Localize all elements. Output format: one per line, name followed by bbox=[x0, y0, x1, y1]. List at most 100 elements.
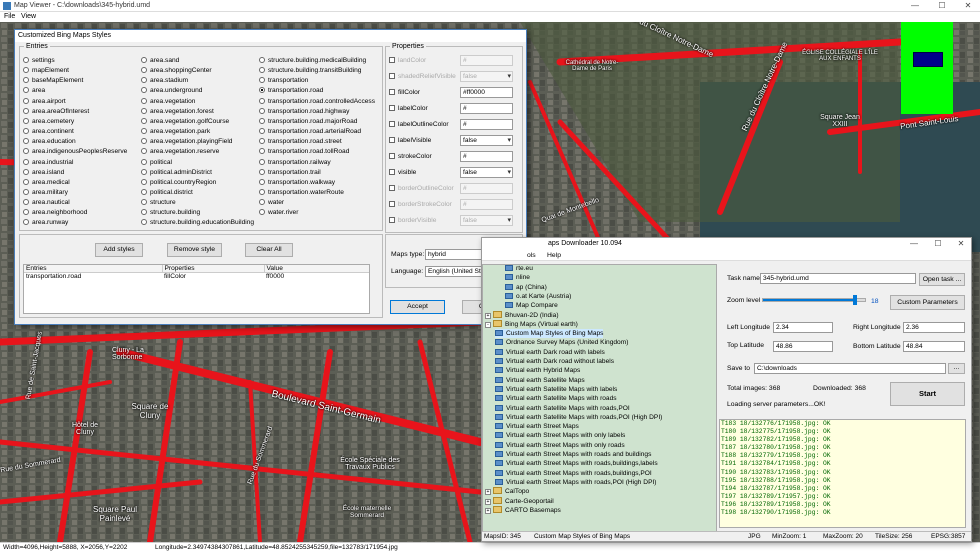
open-task-button[interactable]: Open task ... bbox=[919, 273, 965, 286]
tree-folder[interactable]: + CARTO Basemaps bbox=[485, 505, 561, 515]
clear-all-button[interactable]: Clear All bbox=[245, 243, 293, 257]
tree-item[interactable]: Virtual earth Dark road with labels bbox=[495, 348, 605, 357]
custom-parameters-button[interactable]: Custom Parameters bbox=[890, 295, 965, 310]
entry-radio[interactable]: area.cemetery bbox=[23, 117, 74, 126]
tree-item[interactable]: Ordnance Survey Maps (United Kingdom) bbox=[495, 338, 628, 347]
tree-item[interactable]: Virtual earth Satellite Maps with roads,… bbox=[495, 413, 662, 422]
property-input[interactable]: # bbox=[460, 199, 513, 210]
tree-item[interactable]: Virtual earth Satellite Maps with roads bbox=[495, 394, 617, 403]
entry-radio[interactable]: area.education bbox=[23, 138, 76, 146]
property-checkbox[interactable]: strokeColor bbox=[389, 153, 432, 160]
menu-view[interactable]: View bbox=[21, 13, 36, 20]
entry-radio[interactable]: area.stadium bbox=[141, 77, 188, 85]
tree-item[interactable]: Virtual earth Street Maps with roads,bui… bbox=[495, 459, 658, 468]
entry-radio[interactable]: mapElement bbox=[23, 67, 69, 75]
entry-radio[interactable]: transportation bbox=[259, 77, 308, 85]
entry-radio[interactable]: structure bbox=[141, 199, 176, 207]
tree-item[interactable]: ap (China) bbox=[505, 283, 547, 292]
tree-item[interactable]: Virtual earth Satellite Maps with labels bbox=[495, 385, 617, 394]
tree-folder[interactable]: + Carte-Geoportail bbox=[485, 496, 554, 506]
expand-icon[interactable]: + bbox=[485, 507, 491, 514]
entry-radio[interactable]: transportation.road.controlledAccess bbox=[259, 97, 375, 106]
col-header-entries[interactable]: Entries bbox=[24, 265, 163, 273]
entry-radio[interactable]: political.district bbox=[141, 188, 193, 197]
property-input[interactable]: # bbox=[460, 151, 513, 162]
entry-radio[interactable]: area.vegetation.golfCourse bbox=[141, 117, 229, 126]
menu-tools[interactable]: ols bbox=[527, 252, 536, 259]
menu-help[interactable]: Help bbox=[547, 252, 561, 259]
property-checkbox[interactable]: fillColor bbox=[389, 89, 420, 96]
property-select[interactable]: false bbox=[460, 167, 513, 178]
close-icon[interactable]: ✕ bbox=[951, 238, 971, 250]
property-input[interactable]: # bbox=[460, 183, 513, 194]
style-table[interactable]: Entries Properties Value transportation.… bbox=[23, 264, 370, 314]
remove-style-button[interactable]: Remove style bbox=[167, 243, 222, 257]
entry-radio[interactable]: transportation.road bbox=[259, 87, 323, 95]
tree-item[interactable]: Virtual earth Street Maps bbox=[495, 422, 579, 431]
minimize-icon[interactable]: — bbox=[905, 0, 925, 12]
tree-item[interactable]: Virtual earth Satellite Maps with roads,… bbox=[495, 404, 630, 413]
entry-radio[interactable]: transportation.railway bbox=[259, 158, 331, 167]
entry-radio[interactable]: structure.building.educationBuilding bbox=[141, 219, 254, 227]
entry-radio[interactable]: transportation.walkway bbox=[259, 178, 335, 187]
entry-radio[interactable]: transportation.road.street bbox=[259, 138, 342, 146]
tree-item[interactable]: Virtual earth Satellite Maps bbox=[495, 376, 585, 385]
entry-radio[interactable]: transportation.road.tollRoad bbox=[259, 148, 349, 156]
browse-button[interactable]: ... bbox=[948, 363, 965, 374]
property-input[interactable]: # bbox=[460, 55, 513, 66]
tree-item[interactable]: Virtual earth Street Maps with roads,bui… bbox=[495, 469, 652, 478]
entry-radio[interactable]: area.continent bbox=[23, 128, 74, 136]
entry-radio[interactable]: area.medical bbox=[23, 178, 70, 187]
zoom-slider-thumb[interactable] bbox=[852, 295, 857, 305]
minimap[interactable] bbox=[901, 22, 953, 114]
close-icon[interactable]: ✕ bbox=[958, 0, 978, 12]
top-latitude-input[interactable]: 48.86 bbox=[773, 341, 833, 352]
entry-radio[interactable]: water.river bbox=[259, 209, 298, 217]
entry-radio[interactable]: transportation.road.highway bbox=[259, 107, 349, 116]
entry-radio[interactable]: baseMapElement bbox=[23, 77, 83, 85]
collapse-icon[interactable]: - bbox=[485, 321, 491, 328]
left-longitude-input[interactable]: 2.34 bbox=[773, 322, 833, 333]
map-source-tree[interactable]: rte.eu nline ap (China) o.at Karte (Austria… bbox=[482, 264, 717, 532]
entry-radio[interactable]: area.airport bbox=[23, 97, 66, 106]
entry-radio[interactable]: transportation.trail bbox=[259, 168, 321, 177]
maximize-icon[interactable]: ☐ bbox=[928, 238, 948, 250]
entry-radio[interactable]: area.runway bbox=[23, 219, 68, 227]
entry-radio[interactable]: area.nautical bbox=[23, 199, 70, 207]
minimap-viewport[interactable] bbox=[913, 52, 943, 67]
property-checkbox[interactable]: labelColor bbox=[389, 105, 428, 112]
tree-item[interactable]: o.at Karte (Austria) bbox=[505, 292, 571, 301]
table-row[interactable]: transportation.road fillColor ff0000 bbox=[24, 273, 369, 280]
zoom-slider[interactable] bbox=[762, 295, 866, 305]
tree-item[interactable]: Virtual earth Street Maps with roads,POI… bbox=[495, 478, 657, 487]
entry-radio[interactable]: area.shoppingCenter bbox=[141, 67, 212, 75]
expand-icon[interactable]: + bbox=[485, 312, 491, 319]
tree-item[interactable]: rte.eu bbox=[505, 265, 533, 273]
property-checkbox[interactable]: visible bbox=[389, 169, 416, 176]
entry-radio[interactable]: area.underground bbox=[141, 87, 202, 95]
col-header-value[interactable]: Value bbox=[264, 265, 369, 273]
accept-button[interactable]: Accept bbox=[390, 300, 445, 314]
menu-file[interactable]: File bbox=[4, 13, 15, 20]
property-checkbox[interactable]: landColor bbox=[389, 57, 426, 64]
entry-radio[interactable]: water bbox=[259, 199, 284, 207]
entry-radio[interactable]: area.sand bbox=[141, 57, 179, 65]
entry-radio[interactable]: area.vegetation bbox=[141, 97, 195, 106]
entry-radio[interactable]: area.industrial bbox=[23, 158, 73, 167]
tree-folder[interactable]: + CalTopo bbox=[485, 487, 529, 496]
tree-item[interactable]: nline bbox=[505, 273, 530, 282]
property-checkbox[interactable]: borderVisible bbox=[389, 217, 436, 224]
maximize-icon[interactable]: ☐ bbox=[932, 0, 952, 12]
bottom-latitude-input[interactable]: 48.84 bbox=[903, 341, 965, 352]
property-select[interactable]: false bbox=[460, 71, 513, 82]
entry-radio[interactable]: area.vegetation.forest bbox=[141, 107, 214, 116]
entry-radio[interactable]: area.indigenousPeoplesReserve bbox=[23, 148, 127, 156]
property-checkbox[interactable]: labelVisible bbox=[389, 137, 431, 144]
entry-radio[interactable]: political.adminDistrict bbox=[141, 168, 212, 177]
entry-radio[interactable]: settings bbox=[23, 57, 55, 65]
minimize-icon[interactable]: — bbox=[904, 238, 924, 250]
entry-radio[interactable]: transportation.waterRoute bbox=[259, 188, 344, 197]
entry-radio[interactable]: structure.building bbox=[141, 209, 200, 217]
tree-folder[interactable]: - Bing Maps (Virtual earth) bbox=[485, 319, 578, 329]
tree-item[interactable]: Virtual earth Hybrid Maps bbox=[495, 366, 580, 375]
